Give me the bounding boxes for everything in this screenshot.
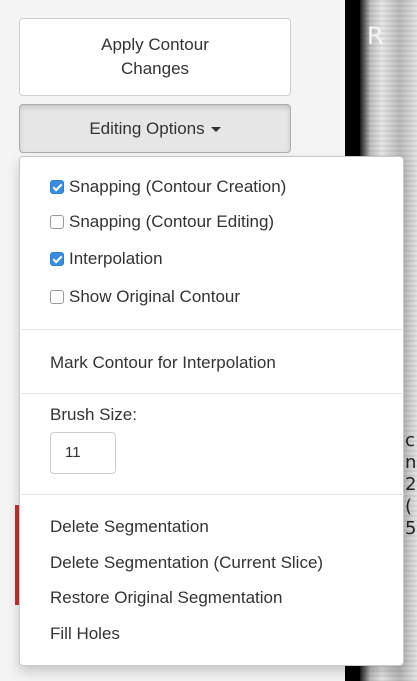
apply-contour-changes-button[interactable]: Apply Contour Changes	[19, 18, 291, 96]
menu-divider	[21, 393, 404, 394]
overlay-char: 2	[405, 474, 417, 495]
delete-segmentation-current-slice-item[interactable]: Delete Segmentation (Current Slice)	[50, 553, 323, 573]
viewer-overlay-text: c n 2 ( 5	[405, 430, 417, 540]
checkbox-unchecked-icon[interactable]	[50, 290, 64, 304]
option-label: Interpolation	[69, 249, 163, 268]
option-label: Snapping (Contour Editing)	[69, 212, 275, 231]
apply-label-line1: Apply Contour	[101, 35, 209, 54]
apply-label-line2: Changes	[120, 59, 190, 78]
overlay-char: n	[405, 452, 417, 473]
caret-down-icon	[210, 127, 221, 133]
checkbox-checked-icon[interactable]	[50, 252, 64, 266]
delete-segmentation-item[interactable]: Delete Segmentation	[50, 517, 209, 537]
editing-options-button[interactable]: Editing Options	[19, 104, 291, 153]
restore-original-segmentation-item[interactable]: Restore Original Segmentation	[50, 588, 282, 608]
checkbox-checked-icon[interactable]	[50, 180, 64, 194]
editing-options-label: Editing Options	[89, 119, 205, 138]
fill-holes-item[interactable]: Fill Holes	[50, 624, 120, 644]
interpolation-option[interactable]: Interpolation	[50, 249, 163, 269]
overlay-char: 5	[405, 518, 417, 539]
menu-divider	[21, 329, 404, 330]
overlay-char: c	[405, 430, 415, 451]
overlay-char: (	[405, 496, 413, 517]
option-label: Snapping (Contour Creation)	[69, 177, 287, 196]
snapping-creation-option[interactable]: Snapping (Contour Creation)	[50, 177, 286, 197]
brush-size-label: Brush Size:	[50, 405, 137, 424]
orientation-marker: R	[367, 22, 384, 50]
checkbox-unchecked-icon[interactable]	[50, 215, 64, 229]
show-original-contour-option[interactable]: Show Original Contour	[50, 287, 240, 307]
menu-divider	[21, 494, 404, 495]
brush-size-input[interactable]: 11	[50, 432, 116, 474]
mark-contour-for-interpolation-item[interactable]: Mark Contour for Interpolation	[50, 353, 276, 373]
option-label: Show Original Contour	[69, 287, 241, 306]
editing-options-menu: Snapping (Contour Creation) Snapping (Co…	[19, 156, 404, 666]
snapping-editing-option[interactable]: Snapping (Contour Editing)	[50, 212, 274, 232]
